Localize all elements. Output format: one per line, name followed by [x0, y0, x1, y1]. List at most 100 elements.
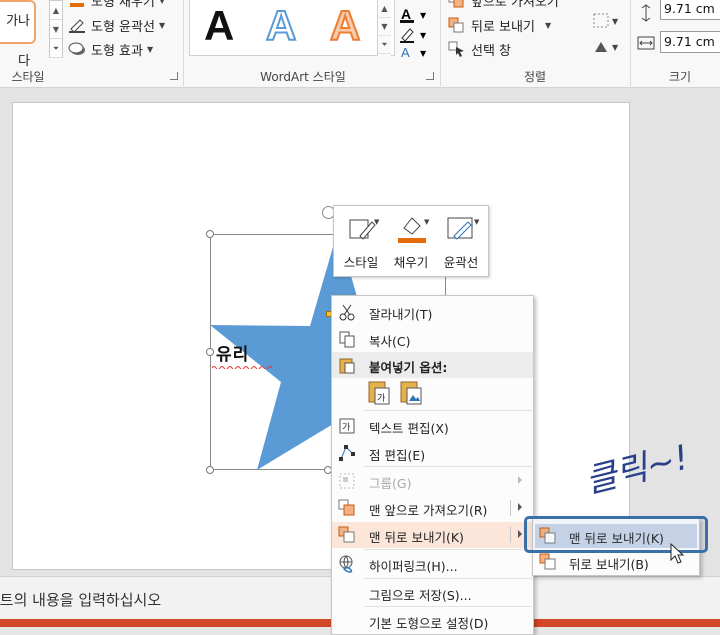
menu-item-save-as-picture[interactable]: 그림으로 저장(S)... — [332, 580, 533, 606]
group-divider — [440, 0, 441, 86]
menu-item-edit-points[interactable]: 점 편집(E) — [332, 440, 533, 466]
bring-forward-label: 앞으로 가져오기 — [471, 0, 559, 10]
gallery-more-icon[interactable]: ⏷ — [50, 39, 62, 58]
gallery-more-icon[interactable]: ⏷ — [378, 36, 391, 54]
svg-text:A: A — [401, 45, 410, 60]
shape-style-gallery-scroll[interactable]: ▲ ▼ ⏷ — [49, 0, 63, 58]
edit-points-icon — [339, 445, 355, 461]
svg-text:▼: ▼ — [374, 218, 380, 226]
mini-style-label: 스타일 — [343, 255, 379, 270]
resize-handle[interactable] — [206, 348, 214, 356]
send-backward-button[interactable]: 뒤로 보내기 ▼ — [448, 15, 551, 35]
scroll-up-icon[interactable]: ▲ — [378, 0, 391, 18]
menu-label: 점 편집(E) — [369, 448, 426, 463]
shape-width-icon — [636, 34, 656, 52]
scissors-icon — [339, 304, 355, 321]
menu-separator — [364, 549, 532, 550]
submenu-arrow-icon[interactable] — [518, 530, 522, 538]
shape-style-icon: ▼ — [349, 218, 380, 240]
svg-text:▼: ▼ — [474, 218, 480, 226]
wordart-style-orange-outline[interactable]: A — [329, 1, 361, 50]
menu-label: 복사(C) — [369, 334, 411, 349]
svg-text:가: 가 — [377, 393, 385, 404]
context-menu: 잘라내기(T) 복사(C) 붙여넣기 옵션: 가 가 텍스트 편집(X) 점 편… — [331, 295, 534, 635]
menu-item-group[interactable]: 그룹(G) — [332, 468, 533, 494]
resize-handle[interactable] — [206, 230, 214, 238]
annotation-text: 클릭~! — [581, 437, 692, 498]
send-backward-label: 뒤로 보내기 — [471, 19, 535, 35]
resize-handle[interactable] — [206, 466, 214, 474]
chevron-down-icon: ▼ — [544, 20, 552, 30]
shape-width-input[interactable]: 9.71 cm — [660, 31, 720, 53]
submenu-arrow-icon[interactable] — [518, 503, 522, 511]
selection-pane-button[interactable]: 선택 창 — [448, 39, 511, 59]
menu-item-edit-text[interactable]: 가 텍스트 편집(X) — [332, 413, 533, 439]
mouse-cursor-icon — [670, 543, 685, 564]
menu-separator — [364, 466, 532, 467]
menu-item-hyperlink[interactable]: 하이퍼링크(H)... — [332, 551, 533, 577]
menu-item-cut[interactable]: 잘라내기(T) — [332, 299, 533, 325]
split-divider — [510, 500, 511, 516]
menu-label: 잘라내기(T) — [369, 307, 433, 322]
shape-height-icon — [636, 4, 656, 22]
menu-item-bring-to-front[interactable]: 맨 앞으로 가져오기(R) — [332, 495, 533, 521]
menu-label: 붙여넣기 옵션: — [369, 360, 448, 375]
wordart-gallery: A A A — [189, 0, 395, 56]
dialog-launcher-icon[interactable] — [170, 72, 178, 80]
text-effects-button[interactable]: A ▼ — [400, 44, 430, 62]
menu-label: 그림으로 저장(S)... — [369, 588, 472, 603]
wordart-gallery-scroll[interactable]: ▲ ▼ ⏷ — [377, 0, 391, 56]
svg-text:A: A — [401, 6, 411, 22]
menu-item-copy[interactable]: 복사(C) — [332, 326, 533, 352]
submenu-arrow-icon — [518, 476, 522, 484]
shape-height-input[interactable]: 9.71 cm — [660, 0, 720, 20]
svg-text:▼: ▼ — [420, 49, 427, 58]
send-backward-icon — [539, 553, 556, 570]
menu-item-send-to-back[interactable]: 맨 뒤로 보내기(K) — [332, 522, 533, 548]
scroll-up-icon[interactable]: ▲ — [50, 1, 62, 20]
group-icon — [339, 473, 355, 489]
scroll-down-icon[interactable]: ▼ — [50, 20, 62, 39]
shape-effect-icon — [68, 41, 86, 57]
scroll-down-icon[interactable]: ▼ — [378, 18, 391, 36]
menu-item-paste-options: 붙여넣기 옵션: — [332, 352, 533, 378]
wordart-style-black[interactable]: A — [204, 2, 234, 50]
mini-style-button[interactable]: ▼ 스타일 — [338, 210, 384, 272]
split-divider — [510, 527, 511, 543]
send-to-back-icon — [338, 526, 355, 543]
shape-outline-button[interactable]: 도형 윤곽선 ▼ — [68, 15, 165, 35]
bring-to-front-icon — [338, 499, 355, 516]
mini-toolbar: ▼ 스타일 ▼ 채우기 ▼ 윤곽선 — [333, 205, 489, 277]
menu-separator — [364, 578, 532, 579]
mini-fill-button[interactable]: ▼ 채우기 — [388, 210, 434, 272]
menu-label: 맨 앞으로 가져오기(R) — [369, 503, 488, 518]
group-objects-button[interactable]: ▼ — [592, 12, 622, 30]
svg-text:▼: ▼ — [612, 17, 619, 26]
menu-label: 텍스트 편집(X) — [369, 421, 449, 436]
selection-pane-label: 선택 창 — [471, 43, 512, 59]
notes-placeholder: 노트의 내용을 입력하십시오 — [0, 591, 162, 609]
text-outline-button[interactable]: ▼ — [400, 26, 430, 44]
paste-as-picture-icon[interactable] — [398, 379, 426, 407]
text-fill-button[interactable]: A ▼ — [400, 6, 430, 24]
rotate-button[interactable]: ▼ — [592, 38, 622, 56]
shape-effect-button[interactable]: 도형 효과 ▼ — [68, 39, 153, 59]
svg-text:▼: ▼ — [420, 31, 427, 40]
dialog-launcher-icon[interactable] — [426, 72, 434, 80]
shape-style-swatch[interactable]: 가나다 — [0, 0, 36, 69]
menu-item-set-default-shape[interactable]: 기본 도형으로 설정(D) — [332, 608, 533, 634]
star-text: 유리 — [216, 345, 250, 365]
shape-fill-label: 도형 채우기 — [91, 0, 155, 10]
shape-effect-label: 도형 효과 — [91, 43, 143, 59]
pencil-icon — [68, 17, 86, 33]
paint-bucket-icon: ▼ — [398, 217, 430, 243]
paste-keep-text-icon[interactable]: 가 — [366, 379, 394, 407]
group-divider — [630, 0, 631, 86]
mini-outline-button[interactable]: ▼ 윤곽선 — [438, 210, 484, 272]
shape-fill-button[interactable]: 도형 채우기 ▼ — [68, 0, 165, 10]
bring-forward-button[interactable]: 앞으로 가져오기 — [448, 0, 559, 10]
send-backward-icon — [448, 17, 466, 33]
arrange-group-label: 정렬 — [523, 70, 547, 84]
paste-icon — [339, 358, 355, 374]
wordart-style-blue-outline[interactable]: A — [265, 1, 297, 50]
